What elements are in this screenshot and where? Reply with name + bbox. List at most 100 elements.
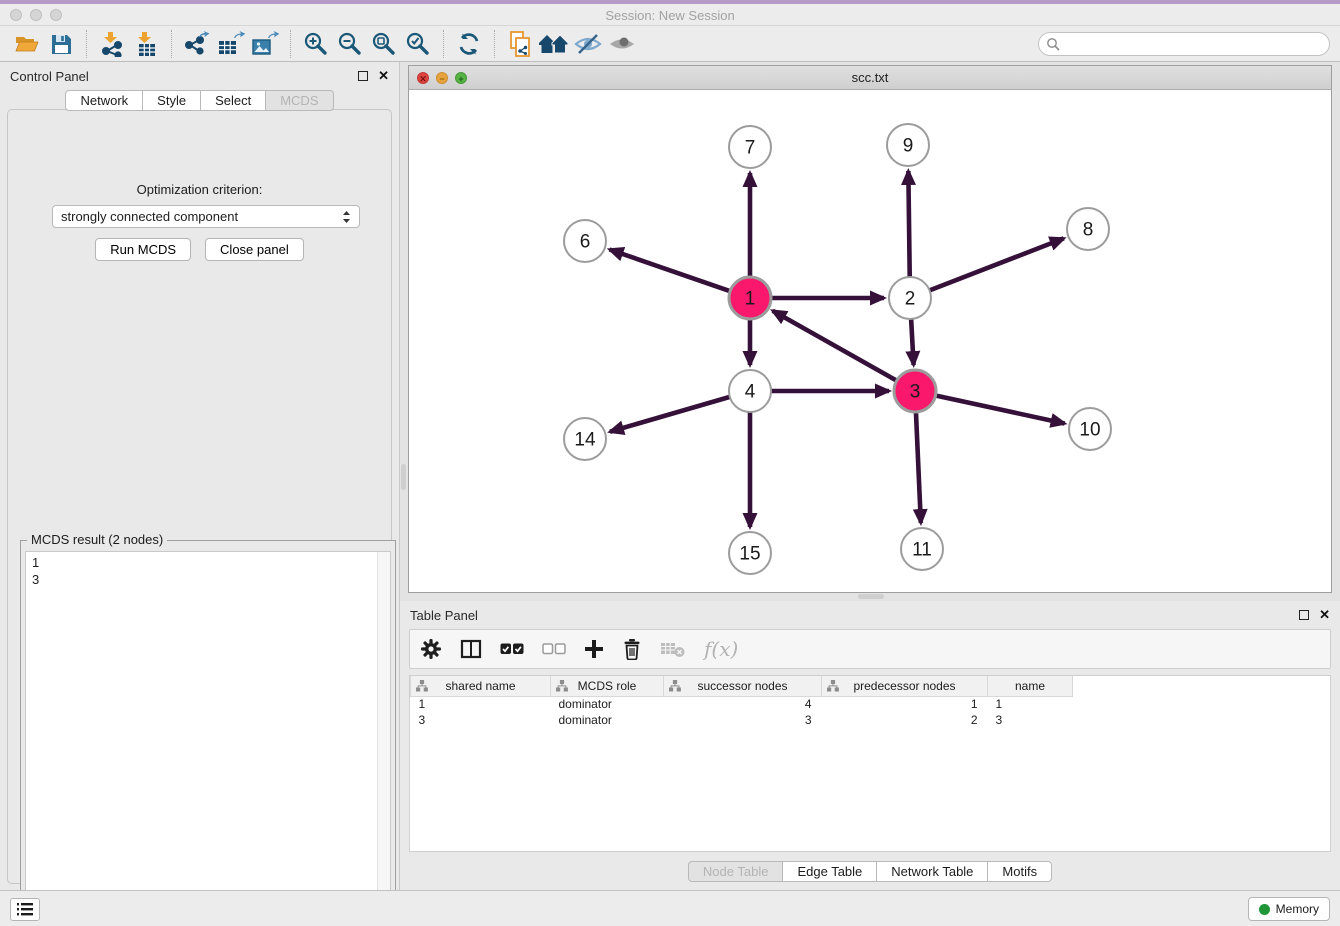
home-views-icon[interactable] [537,29,571,59]
open-session-icon[interactable] [10,29,44,59]
zoom-out-icon[interactable] [333,29,367,59]
svg-text:6: 6 [580,232,591,253]
graph-node-6[interactable]: 6 [564,220,606,262]
search-field [1038,32,1330,56]
graph-edge-3-10[interactable] [936,395,1065,423]
graph-node-7[interactable]: 7 [729,126,771,168]
float-panel-icon[interactable] [358,71,368,81]
horizontal-splitter-grip[interactable] [858,594,884,599]
graph-node-4[interactable]: 4 [729,370,771,412]
zoom-in-icon[interactable] [299,29,333,59]
graph-node-8[interactable]: 8 [1067,208,1109,250]
graph-node-14[interactable]: 14 [564,418,606,460]
save-session-icon[interactable] [44,29,78,59]
refresh-view-icon[interactable] [452,29,486,59]
memory-status-icon [1259,904,1270,915]
toolbar-separator [443,30,444,58]
node-table: shared nameMCDS rolesuccessor nodesprede… [409,675,1331,852]
column-header-name[interactable]: name [988,676,1073,696]
zoom-fit-icon[interactable] [367,29,401,59]
run-mcds-button[interactable]: Run MCDS [95,238,191,261]
svg-text:3: 3 [910,382,921,403]
delete-column-icon[interactable] [622,638,642,660]
search-icon [1046,37,1060,51]
column-type-icon [556,680,568,695]
select-stepper-icon [342,210,351,224]
vertical-splitter-grip[interactable] [401,464,406,490]
graph-node-1[interactable]: 1 [729,277,771,319]
graph-edge-1-6[interactable] [610,249,731,291]
tab-select[interactable]: Select [200,90,266,111]
export-table-icon[interactable] [214,29,248,59]
app-titlebar: Session: New Session [0,4,1340,26]
svg-text:9: 9 [903,136,914,157]
graph-edge-2-3[interactable] [911,319,913,365]
graph-node-11[interactable]: 11 [901,528,943,570]
export-network-icon[interactable] [180,29,214,59]
graph-edge-3-1[interactable] [773,311,897,381]
float-table-panel-icon[interactable] [1299,610,1309,620]
graph-node-9[interactable]: 9 [887,124,929,166]
close-table-panel-icon[interactable]: ✕ [1319,610,1330,620]
workspace: ✕ − + scc.txt 7 9 6 8 1 2 4 3 14 10 15 11 Table Pan… [400,62,1340,890]
graph-edge-2-8[interactable] [930,238,1064,290]
import-table-icon[interactable] [129,29,163,59]
status-bar: Memory [0,890,1340,926]
svg-text:14: 14 [574,430,596,451]
column-layout-icon[interactable] [460,638,482,660]
optimization-criterion-label: Optimization criterion: [8,182,391,197]
mcds-result-text[interactable]: 13 [25,551,391,916]
column-header-shared-name[interactable]: shared name [411,676,551,696]
column-type-icon [669,680,681,695]
window-title: Session: New Session [0,8,1340,23]
memory-button[interactable]: Memory [1248,897,1330,921]
hide-selected-eye-icon[interactable] [571,29,605,59]
show-hidden-eye-icon[interactable] [605,29,639,59]
select-all-checkboxes-icon[interactable] [500,642,524,656]
table-row[interactable]: 3dominator323 [411,712,1331,728]
graph-node-2[interactable]: 2 [889,277,931,319]
svg-text:2: 2 [905,289,916,310]
column-header-MCDS-role[interactable]: MCDS role [551,676,664,696]
table-panel: Table Panel ✕ [400,601,1340,890]
column-header-successor-nodes[interactable]: successor nodes [664,676,822,696]
import-network-icon[interactable] [95,29,129,59]
network-canvas[interactable]: 7 9 6 8 1 2 4 3 14 10 15 11 [409,90,1331,592]
table-row[interactable]: 1dominator411 [411,696,1331,712]
table-tab-network-table[interactable]: Network Table [876,861,988,882]
add-column-icon[interactable] [584,639,604,659]
table-body: 1dominator4113dominator323 [411,696,1331,728]
graph-node-3[interactable]: 3 [894,370,936,412]
network-window-titlebar[interactable]: ✕ − + scc.txt [409,66,1331,90]
mcds-result-group: MCDS result (2 nodes) 13 [20,540,396,922]
deselect-all-checkboxes-icon[interactable] [542,642,566,656]
table-tab-motifs[interactable]: Motifs [987,861,1052,882]
tab-style[interactable]: Style [142,90,201,111]
toolbar-separator [171,30,172,58]
close-panel-icon[interactable]: ✕ [378,71,389,81]
control-panel-tabs: NetworkStyleSelectMCDS [0,90,399,111]
svg-text:1: 1 [745,289,756,310]
graph-edge-4-14[interactable] [610,397,730,432]
criterion-select[interactable]: strongly connected component [52,205,360,228]
tab-network[interactable]: Network [65,90,143,111]
toolbar-separator [290,30,291,58]
zoom-selected-icon[interactable] [401,29,435,59]
column-header-predecessor-nodes[interactable]: predecessor nodes [822,676,988,696]
settings-gear-icon[interactable] [420,638,442,660]
graph-node-10[interactable]: 10 [1069,408,1111,450]
graph-edge-3-11[interactable] [916,412,921,523]
close-panel-button[interactable]: Close panel [205,238,304,261]
table-tab-edge-table[interactable]: Edge Table [782,861,877,882]
network-view-title: scc.txt [409,70,1331,85]
graph-node-15[interactable]: 15 [729,532,771,574]
result-scrollbar[interactable] [377,552,390,915]
export-image-icon[interactable] [248,29,282,59]
clone-network-icon[interactable] [503,29,537,59]
task-history-button[interactable] [10,898,40,921]
table-tabs: Node TableEdge TableNetwork TableMotifs [400,861,1340,882]
tab-mcds[interactable]: MCDS [265,90,333,111]
graph-edge-2-9[interactable] [908,171,909,277]
search-input[interactable] [1038,32,1330,56]
table-tab-node-table[interactable]: Node Table [688,861,784,882]
